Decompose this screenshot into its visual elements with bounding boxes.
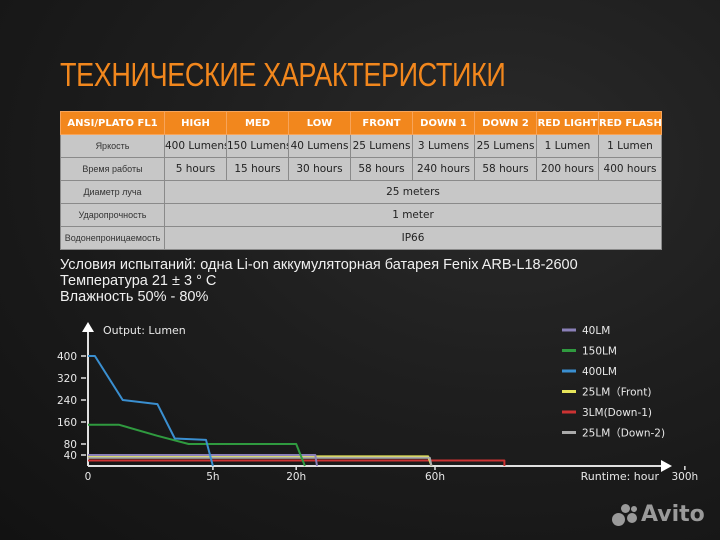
y-tick-label: 240 xyxy=(57,395,77,407)
x-tick-label: 0 xyxy=(85,471,92,483)
x-tick-label: 20h xyxy=(286,471,306,483)
y-axis-label: Output: Lumen xyxy=(103,324,186,337)
table-cell: 1 Lumen xyxy=(598,134,662,158)
header-cell: RED FLASH xyxy=(598,111,662,135)
condition-line: Температура 21 ± 3 ° C xyxy=(60,273,217,289)
y-tick-label: 400 xyxy=(57,351,77,363)
table-row-runtime: Время работы 5 hours 15 hours 30 hours 5… xyxy=(60,157,662,181)
table-cell: 40 Lumens xyxy=(288,134,351,158)
table-row-beam: Диаметр луча 25 meters xyxy=(60,180,662,204)
page-title: ТЕХНИЧЕСКИЕ ХАРАКТЕРИСТИКИ xyxy=(60,56,506,93)
series-line-400lm xyxy=(88,355,214,467)
table-cell: 25 Lumens xyxy=(474,134,537,158)
header-cell: LOW xyxy=(288,111,351,135)
table-cell: 25 meters xyxy=(164,180,662,204)
row-label: Яркость xyxy=(60,134,165,158)
row-label: Диаметр луча xyxy=(60,180,165,204)
table-cell: 15 hours xyxy=(226,157,289,181)
legend-label: 25LM（Front) xyxy=(582,387,651,399)
avito-text: Avito xyxy=(641,502,705,527)
header-cell: DOWN 2 xyxy=(474,111,537,135)
table-row-water: Водонепроницаемость IP66 xyxy=(60,226,662,250)
header-cell: MED xyxy=(226,111,289,135)
avito-logo-icon xyxy=(612,503,638,527)
x-axis-arrow-icon xyxy=(661,460,672,472)
table-row-brightness: Яркость 400 Lumens 150 Lumens 40 Lumens … xyxy=(60,134,662,158)
legend-label: 150LM xyxy=(582,346,617,358)
header-cell: FRONT xyxy=(350,111,413,135)
x-tick-label: 60h xyxy=(425,471,445,483)
legend-label: 40LM xyxy=(582,325,610,337)
table-cell: 5 hours xyxy=(164,157,227,181)
table-cell: 58 hours xyxy=(474,157,537,181)
row-label: Время работы xyxy=(60,157,165,181)
series-line-25lm-down-2- xyxy=(88,456,433,467)
condition-line: Условия испытаний: одна Li-on аккумулято… xyxy=(60,257,578,273)
legend-label: 400LM xyxy=(582,366,617,378)
y-tick-label: 40 xyxy=(64,450,77,462)
table-row-impact: Ударопрочность 1 meter xyxy=(60,203,662,227)
condition-line: Влажность 50% - 80% xyxy=(60,289,209,305)
y-tick-label: 320 xyxy=(57,373,77,385)
x-axis-label: Runtime: hour xyxy=(581,470,660,483)
table-cell: 3 Lumens xyxy=(412,134,475,158)
table-header-row: ANSI/PLATO FL1 HIGH MED LOW FRONT DOWN 1… xyxy=(60,111,662,135)
y-tick-label: 80 xyxy=(64,439,77,451)
y-tick-label: 160 xyxy=(57,417,77,429)
table-cell: 400 Lumens xyxy=(164,134,227,158)
legend-label: 3LM(Down-1) xyxy=(582,407,652,419)
x-tick-label: 5h xyxy=(206,471,219,483)
table-cell: 240 hours xyxy=(412,157,475,181)
table-cell: 1 Lumen xyxy=(536,134,599,158)
row-label: Водонепроницаемость xyxy=(60,226,165,250)
table-cell: 1 meter xyxy=(164,203,662,227)
x-tick-label: 300h xyxy=(671,471,698,483)
header-cell: HIGH xyxy=(164,111,227,135)
test-conditions: Условия испытаний: одна Li-on аккумулято… xyxy=(60,257,578,305)
table-cell: 400 hours xyxy=(598,157,662,181)
avito-watermark: Avito xyxy=(612,502,705,527)
header-cell: DOWN 1 xyxy=(412,111,475,135)
table-cell: 25 Lumens xyxy=(350,134,413,158)
header-cell: RED LIGHT xyxy=(536,111,599,135)
table-cell: 58 hours xyxy=(350,157,413,181)
table-cell: IP66 xyxy=(164,226,662,250)
row-label: Ударопрочность xyxy=(60,203,165,227)
table-cell: 150 Lumens xyxy=(226,134,289,158)
table-cell: 200 hours xyxy=(536,157,599,181)
header-cell: ANSI/PLATO FL1 xyxy=(60,111,165,135)
legend-label: 25LM（Down-2) xyxy=(582,428,665,440)
runtime-chart: Output: Lumen Runtime: hour 4080 160 240 320 4… xyxy=(57,322,698,483)
spec-table: ANSI/PLATO FL1 HIGH MED LOW FRONT DOWN 1… xyxy=(60,111,662,250)
table-cell: 30 hours xyxy=(288,157,351,181)
y-axis-arrow-icon xyxy=(82,322,94,332)
